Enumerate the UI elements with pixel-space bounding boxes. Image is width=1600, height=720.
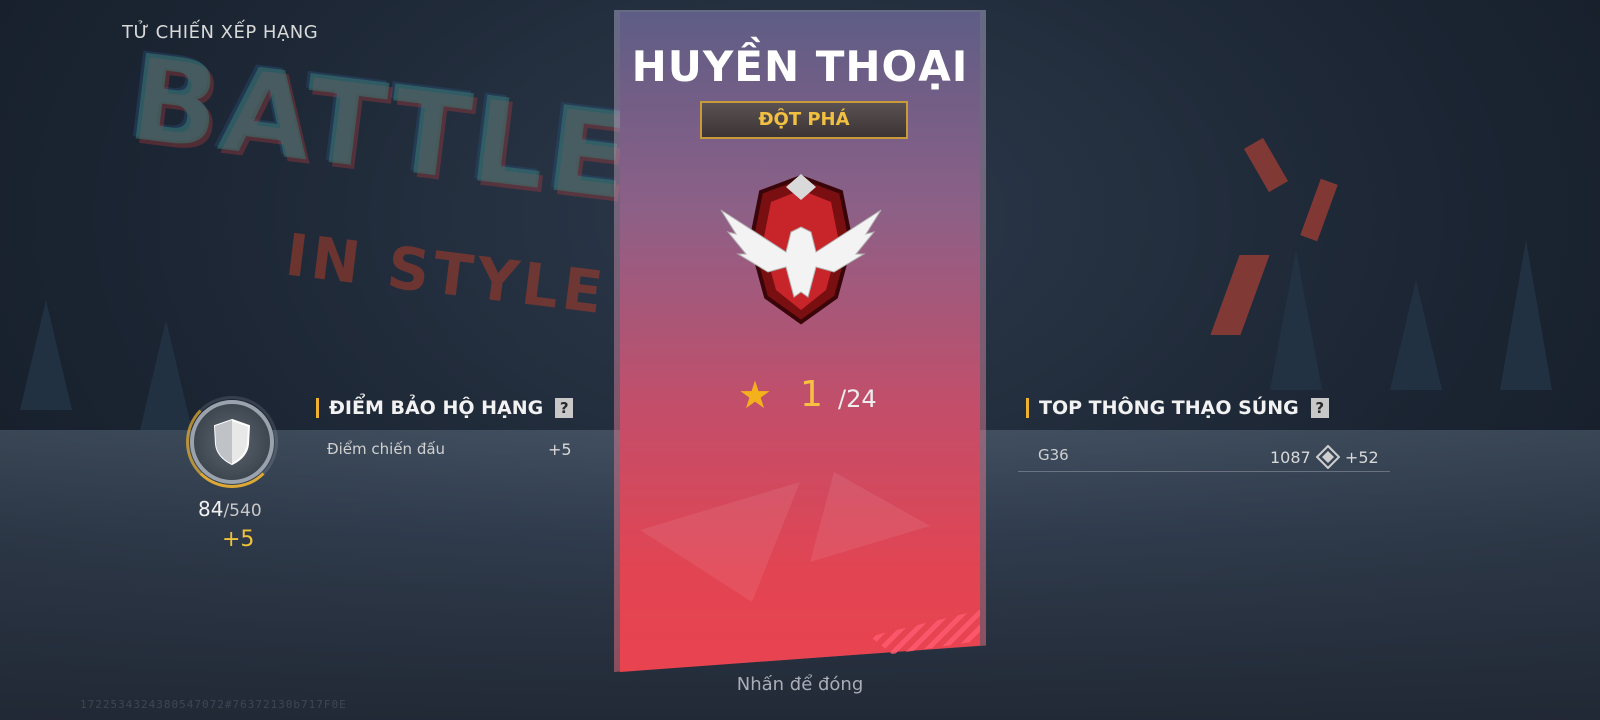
- protection-score: 84/540: [198, 497, 262, 521]
- background-shard: [1210, 255, 1270, 335]
- stars-total: /24: [838, 385, 877, 413]
- combat-points-label: Điểm chiến đấu: [327, 440, 446, 458]
- rank-badge: ĐỘT PHÁ: [700, 101, 908, 139]
- eagle-emblem-icon: [720, 174, 882, 325]
- star-icon: ★: [738, 373, 773, 417]
- protection-title-text: ĐIỂM BẢO HỘ HẠNG: [329, 397, 544, 419]
- rank-protection-gauge: [186, 396, 278, 488]
- stars-current: 1: [800, 374, 823, 415]
- protection-score-max: /540: [223, 501, 262, 521]
- mastery-icon: [1315, 445, 1340, 469]
- protection-gain: +5: [222, 527, 255, 552]
- weapon-mastery-title: TOP THÔNG THẠO SÚNG?: [1026, 398, 1329, 418]
- uid-watermark: 1722534324380547072#76372130b717F0E: [80, 698, 347, 711]
- tap-to-close[interactable]: Nhấn để đóng: [620, 674, 980, 695]
- background-shard: [1243, 137, 1289, 193]
- rank-title: HUYỀN THOẠI: [631, 42, 969, 91]
- combat-points-value: +5: [548, 440, 572, 459]
- background-tree: [1270, 250, 1322, 390]
- background-tree: [1390, 280, 1442, 390]
- weapon-stats: 1087 +52: [1270, 445, 1379, 469]
- help-icon[interactable]: ?: [1310, 398, 1329, 418]
- card-facet: [810, 472, 930, 562]
- background-tree: [1500, 240, 1552, 390]
- background-tree: [140, 320, 192, 430]
- background-logo-battle: BATTLE: [121, 27, 639, 227]
- protection-title: ĐIỂM BẢO HỘ HẠNG?: [316, 397, 574, 419]
- help-icon[interactable]: ?: [555, 398, 574, 418]
- background-shard: [1300, 178, 1338, 242]
- divider: [1018, 471, 1390, 472]
- weapon-points: 1087: [1270, 447, 1311, 467]
- protection-score-value: 84: [198, 497, 224, 521]
- shield-icon: [213, 418, 251, 466]
- weapon-gain: +52: [1344, 447, 1379, 467]
- weapon-name: G36: [1038, 446, 1069, 464]
- card-facet: [640, 482, 800, 602]
- background-tree: [20, 300, 72, 410]
- background-logo-instyle: IN STYLE: [282, 220, 611, 328]
- weapon-mastery-title-text: TOP THÔNG THẠO SÚNG: [1039, 397, 1299, 419]
